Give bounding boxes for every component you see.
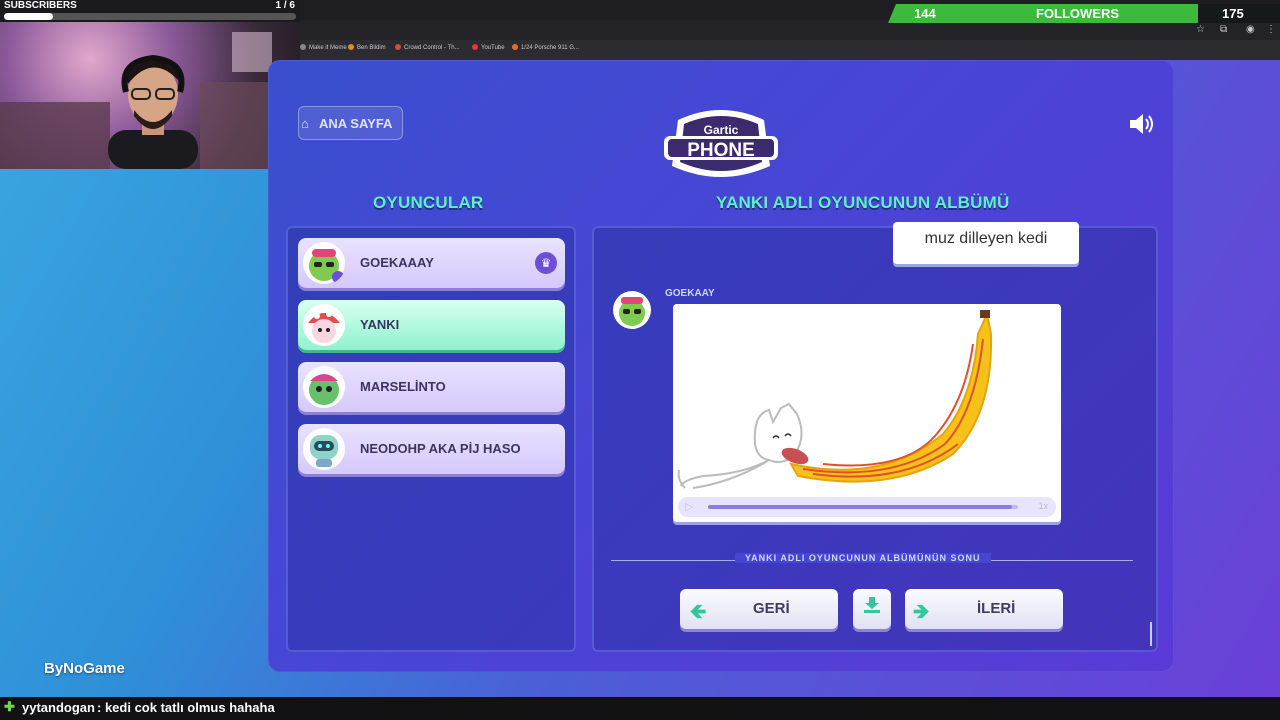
player-item-marselinto: MARSELİNTO: [298, 362, 565, 412]
chat-plus-icon: ✚: [4, 699, 15, 714]
players-heading: OYUNCULAR: [373, 193, 484, 212]
logo-bottom-text: PHONE: [687, 140, 755, 161]
player-avatar: [303, 428, 345, 470]
album-heading: YANKI ADLI OYUNCUNUN ALBÜMÜ: [716, 193, 1010, 212]
playback-progress-fill: [708, 505, 1012, 509]
star-icon[interactable]: ☆: [1196, 24, 1205, 35]
author-avatar: [613, 291, 651, 329]
back-button-label: GERİ: [753, 600, 790, 617]
drawing-author: GOEKAAY: [665, 288, 715, 299]
prompt-bubble: muz dilleyen kedi: [893, 222, 1079, 264]
download-icon: [864, 597, 880, 613]
sound-icon[interactable]: [1128, 110, 1156, 138]
streamer: [108, 54, 198, 169]
gartic-phone-logo: Gartic PHONE: [664, 110, 778, 177]
player-avatar: [303, 366, 345, 408]
home-button[interactable]: ⌂ ANA SAYFA: [298, 106, 403, 140]
bookmark-label: Ben Bildim: [357, 45, 386, 51]
player-item-yanki: YANKI: [298, 300, 565, 350]
bookmark-label: 1/24 Porsche 911 G...: [521, 45, 579, 51]
player-avatar: [303, 242, 345, 284]
bookmark-label: YouTube: [481, 45, 505, 51]
chat-ticker: ✚ yytandogan : kedi cok tatlı olmus haha…: [0, 697, 1280, 720]
next-button[interactable]: 🡺 İLERİ: [905, 589, 1063, 629]
back-button[interactable]: 🡸 GERİ: [680, 589, 838, 629]
bookmark-item[interactable]: Ben Bildim: [348, 44, 386, 51]
home-button-label: ANA SAYFA: [319, 116, 393, 131]
followers-goal: 175: [1222, 6, 1244, 21]
bookmark-favicon-icon: [472, 44, 478, 50]
player-name: MARSELİNTO: [360, 379, 446, 394]
bookmark-favicon-icon: [395, 44, 401, 50]
subscribers-label: SUBSCRIBERS: [4, 0, 77, 11]
arrow-right-icon: 🡺: [913, 601, 930, 623]
profile-icon[interactable]: ◉: [1246, 24, 1255, 35]
player-name: YANKI: [360, 317, 400, 332]
save-button[interactable]: [853, 589, 891, 629]
playback-bar[interactable]: ▷ 1x: [678, 497, 1056, 517]
player-avatar: [303, 304, 345, 346]
bookmark-favicon-icon: [348, 44, 354, 50]
followers-label: FOLLOWERS: [1036, 6, 1120, 21]
extensions-icon[interactable]: ⧉: [1220, 24, 1227, 35]
chat-username: yytandogan: [22, 700, 95, 715]
menu-icon[interactable]: ⋮: [1266, 24, 1276, 35]
arrow-left-icon: 🡸: [690, 601, 707, 623]
bookmark-item[interactable]: Crowd Control - Th...: [395, 44, 460, 51]
chat-message: : kedi cok tatlı olmus hahaha: [97, 700, 275, 715]
subscribers-progress-bar: [4, 13, 296, 20]
player-item-goekaaay: GOEKAAAY ♛: [298, 238, 565, 288]
bookmark-favicon-icon: [512, 44, 518, 50]
stream-watermark: ByNoGame: [44, 660, 125, 677]
player-name: GOEKAAAY: [360, 255, 434, 270]
player-item-neodohp: NEODOHP AKA PİJ HASO: [298, 424, 565, 474]
home-icon: ⌂: [301, 116, 309, 131]
followers-goal-bar: 144 FOLLOWERS 175: [888, 4, 1280, 23]
bookmark-label: Crowd Control - Th...: [404, 45, 460, 51]
album-scrollbar[interactable]: [1150, 622, 1152, 646]
player-name: NEODOHP AKA PİJ HASO: [360, 441, 521, 456]
crown-icon: ♛: [535, 252, 557, 274]
followers-count: 144: [914, 6, 936, 21]
album-end-text: YANKI ADLI OYUNCUNUN ALBÜMÜNÜN SONU: [735, 553, 991, 563]
bookmarks-bar: Make it Meme Ben Bildim Crowd Control - Th…: [300, 40, 1280, 60]
subscribers-goal: SUBSCRIBERS 1 / 6: [0, 0, 300, 22]
bookmark-item[interactable]: YouTube: [472, 44, 505, 51]
logo-top-text: Gartic: [704, 123, 739, 137]
subscribers-progress-fill: [4, 13, 53, 20]
play-icon[interactable]: ▷: [685, 500, 693, 513]
playback-progress[interactable]: [708, 505, 1018, 509]
browser-toolbar: ☆ ⧉ ◉ ⋮: [300, 20, 1280, 40]
bookmark-item[interactable]: 1/24 Porsche 911 G...: [512, 44, 579, 51]
subscribers-count: 1 / 6: [275, 0, 295, 11]
next-button-label: İLERİ: [977, 600, 1016, 617]
drawing-canvas: [673, 304, 1061, 522]
bookmark-item[interactable]: Make it Meme: [300, 44, 347, 51]
playback-speed[interactable]: 1x: [1038, 501, 1048, 511]
bookmark-favicon-icon: [300, 44, 306, 50]
bookmark-label: Make it Meme: [309, 45, 347, 51]
